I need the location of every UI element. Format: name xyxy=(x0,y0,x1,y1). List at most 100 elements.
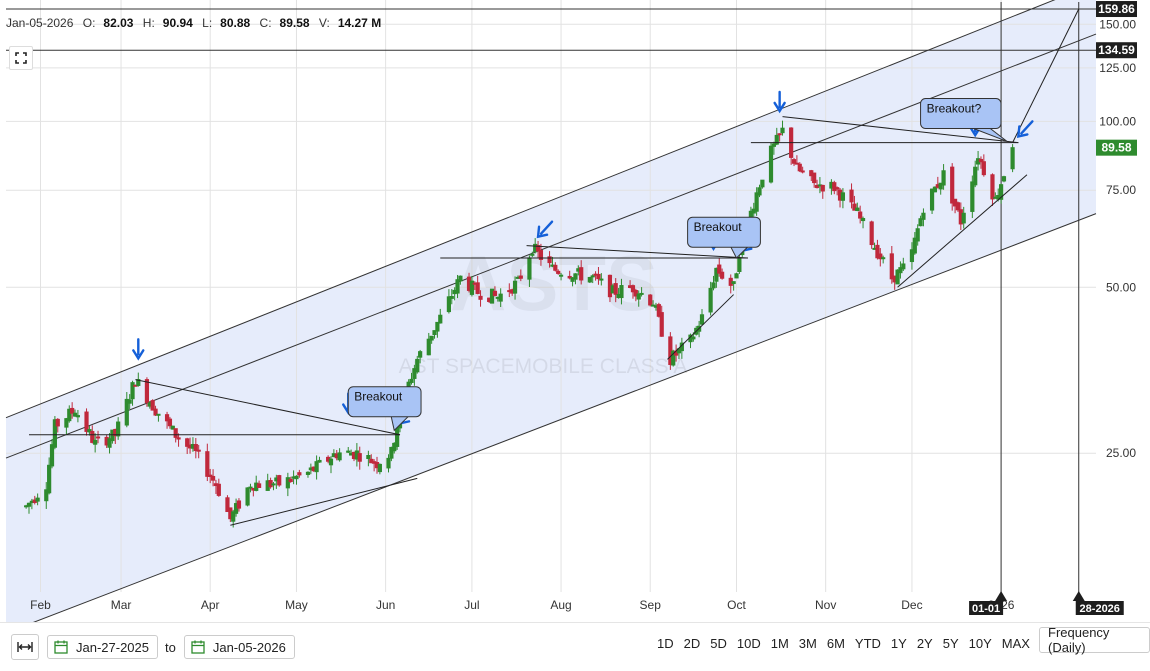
period-10d[interactable]: 10D xyxy=(733,634,765,653)
candle-body xyxy=(855,207,860,212)
candle xyxy=(768,142,774,184)
candle-body xyxy=(210,475,216,481)
candle-body xyxy=(518,275,523,279)
x-tick-label: Oct xyxy=(727,598,746,612)
y-tick-label: 125.00 xyxy=(1099,61,1136,75)
candle xyxy=(245,487,250,507)
date-flag-label: 28-2026 xyxy=(1080,603,1120,615)
candle-body xyxy=(438,314,443,324)
bar-date: Jan-05-2026 xyxy=(6,16,74,30)
price-chart[interactable]: ASTS AST SPACEMOBILE CLASS A Breakout Break… xyxy=(0,0,1150,622)
x-tick-label: Apr xyxy=(201,598,220,612)
candle-body xyxy=(558,274,564,277)
callout-text: Breakout? xyxy=(927,102,982,116)
candle-body xyxy=(973,166,978,186)
candle-body xyxy=(901,263,906,270)
candle-body xyxy=(512,280,518,294)
candle-body xyxy=(193,444,198,452)
period-1d[interactable]: 1D xyxy=(653,634,678,653)
y-tick-label: 25.00 xyxy=(1106,446,1136,460)
candle-body xyxy=(849,189,854,203)
x-tick-label: Aug xyxy=(550,598,571,612)
candle-body xyxy=(328,458,334,466)
signal-arrow-icon xyxy=(132,338,145,361)
period-ytd[interactable]: YTD xyxy=(851,634,885,653)
close-readout: C: 89.58 xyxy=(259,16,310,30)
period-2y[interactable]: 2Y xyxy=(913,634,937,653)
candle-body xyxy=(458,275,463,282)
x-tick-label: Jun xyxy=(376,598,395,612)
candle xyxy=(1010,144,1015,173)
candle-body xyxy=(409,378,414,383)
period-10y[interactable]: 10Y xyxy=(965,634,996,653)
candle-body xyxy=(981,161,986,176)
candle-body xyxy=(596,273,601,280)
candle-body xyxy=(648,294,653,306)
candle-body xyxy=(156,413,161,416)
open-readout: O: 82.03 xyxy=(82,16,134,30)
period-6m[interactable]: 6M xyxy=(823,634,849,653)
candle-body xyxy=(297,472,302,476)
frequency-select[interactable]: Frequency (Daily) xyxy=(1039,625,1150,655)
candle-body xyxy=(455,279,460,294)
bottom-toolbar: Jan-27-2025 to Jan-05-2026 1D 2D 5D 10D 1M 3M… xyxy=(0,622,1150,671)
candle-body xyxy=(127,399,132,404)
candle-body xyxy=(196,449,201,452)
date-flag-marker xyxy=(995,591,1008,601)
candle-body xyxy=(35,497,40,502)
price-flag-label: 89.58 xyxy=(1101,141,1131,155)
candle-body xyxy=(55,418,60,427)
candle-body xyxy=(429,335,434,341)
candle-body xyxy=(760,179,765,188)
candle-body xyxy=(449,296,454,299)
end-date-value: Jan-05-2026 xyxy=(212,639,286,655)
candle-body xyxy=(446,296,452,313)
chart-area[interactable]: ASTS AST SPACEMOBILE CLASS A Breakout Break… xyxy=(0,0,1150,622)
candle-body xyxy=(236,500,242,509)
candle-body xyxy=(314,461,319,473)
price-flag-label: 134.59 xyxy=(1098,43,1135,57)
to-label: to xyxy=(165,639,176,655)
x-tick-label: Jul xyxy=(464,598,479,612)
period-selector: 1D 2D 5D 10D 1M 3M 6M YTD 1Y 2Y 5Y 10Y MAX xyxy=(652,634,1035,653)
date-flag-marker xyxy=(1072,591,1085,601)
date-flag-label: 01-01 xyxy=(972,603,1000,615)
candle-body xyxy=(780,127,785,134)
candle-body xyxy=(1001,176,1007,182)
start-date-field[interactable]: Jan-27-2025 xyxy=(47,635,158,659)
candle-body xyxy=(797,163,802,172)
candle-body xyxy=(245,487,250,506)
candle-body xyxy=(84,411,89,432)
price-flag: 159.86 xyxy=(1096,1,1137,18)
period-2d[interactable]: 2D xyxy=(680,634,705,653)
candle-body xyxy=(478,295,483,300)
period-5y[interactable]: 5Y xyxy=(939,634,963,653)
candle-body xyxy=(619,285,624,299)
y-tick-label: 75.00 xyxy=(1106,183,1136,197)
candle-body xyxy=(840,192,846,201)
candle-body xyxy=(955,202,961,211)
candle-body xyxy=(757,187,762,196)
candle xyxy=(587,276,592,284)
candle-body xyxy=(426,338,431,356)
period-1m[interactable]: 1M xyxy=(767,634,793,653)
period-5d[interactable]: 5D xyxy=(706,634,731,653)
candle-body xyxy=(357,453,362,462)
candle-body xyxy=(366,454,371,459)
candle-body xyxy=(950,166,955,204)
candle-body xyxy=(167,418,173,427)
date-range-toggle-button[interactable] xyxy=(11,634,39,660)
candle-body xyxy=(835,187,840,190)
candle-body xyxy=(777,133,782,136)
candle-body xyxy=(691,336,696,340)
expand-chart-button[interactable] xyxy=(9,46,33,70)
end-date-field[interactable]: Jan-05-2026 xyxy=(183,635,295,659)
candle-body xyxy=(556,270,561,274)
x-tick-label: Dec xyxy=(901,598,922,612)
candle-body xyxy=(639,292,644,295)
period-max[interactable]: MAX xyxy=(998,634,1034,653)
candle-body xyxy=(921,212,926,220)
period-1y[interactable]: 1Y xyxy=(887,634,911,653)
candle-body xyxy=(415,358,420,373)
period-3m[interactable]: 3M xyxy=(795,634,821,653)
